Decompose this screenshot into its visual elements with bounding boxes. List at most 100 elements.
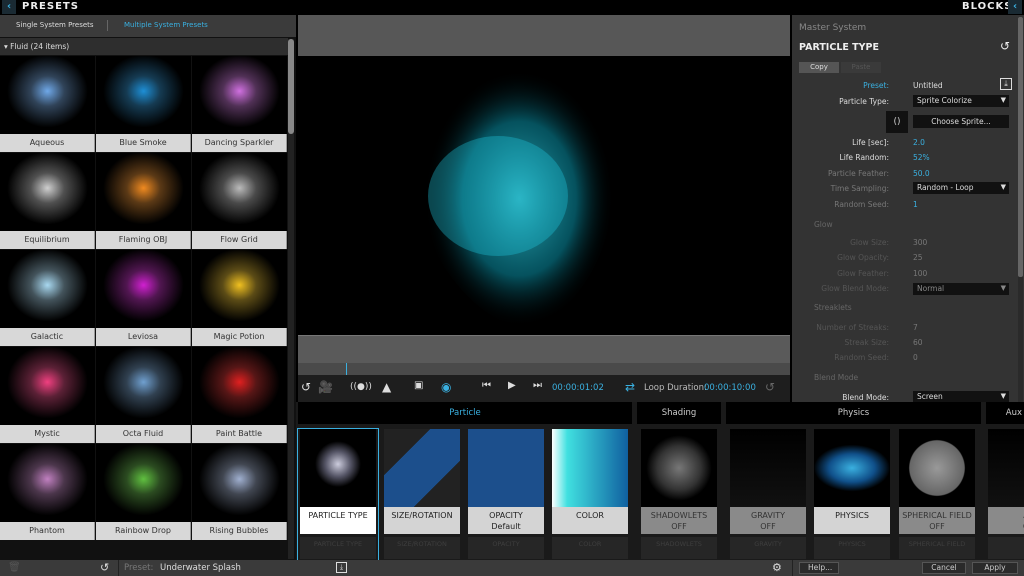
preset-thumbnail (192, 153, 287, 231)
preset-tile[interactable]: Blue Smoke (96, 56, 191, 152)
reset-preset-icon[interactable]: ↺ (100, 561, 109, 574)
tab-multiple-system-presets[interactable]: Multiple System Presets (124, 21, 208, 29)
preset-tile[interactable]: Galactic (0, 250, 95, 346)
loop-icon[interactable]: ⇄ (625, 380, 635, 394)
preset-thumbnail (96, 444, 191, 522)
reset-icon[interactable]: ↺ (301, 380, 311, 394)
preset-tile[interactable]: Flaming OBJ (96, 153, 191, 249)
glow-opacity-value: 25 (913, 253, 923, 262)
block-card[interactable]: AO A (986, 429, 1024, 560)
block-ghost-label: GRAVITY (730, 537, 806, 559)
window-icon[interactable]: ▣ (414, 380, 423, 391)
block-card[interactable]: COLOR COLOR (550, 429, 630, 560)
footer-divider (118, 560, 119, 576)
tab-single-system-presets[interactable]: Single System Presets (16, 21, 94, 29)
save-preset-icon[interactable]: ⤓ (1000, 78, 1012, 90)
time-sampling-dropdown[interactable]: Random - Loop ▼ (913, 182, 1009, 194)
block-name: SIZE/ROTATION (391, 511, 453, 520)
random-seed-label: Random Seed: (834, 200, 889, 209)
block-label: PARTICLE TYPE (300, 507, 376, 534)
preset-tile[interactable]: Rainbow Drop (96, 444, 191, 540)
inspector-scrollbar-thumb[interactable] (1018, 17, 1023, 277)
eye-icon[interactable]: ◉ (441, 380, 451, 394)
streaklets-section-header: Streaklets (814, 303, 852, 312)
sprite-thumbnail[interactable]: () (886, 111, 908, 133)
timeline-track[interactable] (298, 363, 790, 375)
block-card[interactable]: SPHERICAL FIELD OFF SPHERICAL FIELD (897, 429, 977, 560)
tab-divider (107, 20, 108, 31)
category-header[interactable]: ▾ Fluid (24 items) (0, 38, 288, 55)
group-particle: Particle (298, 402, 632, 424)
glow-feather-label: Glow Feather: (837, 269, 889, 278)
preset-tile[interactable]: Phantom (0, 444, 95, 540)
block-label: SHADOWLETS OFF (641, 507, 717, 534)
preset-tile[interactable]: Magic Potion (192, 250, 287, 346)
life-value[interactable]: 2.0 (913, 138, 925, 147)
streak-size-label: Streak Size: (844, 338, 889, 347)
block-ghost-label: A (988, 537, 1024, 559)
blend-mode-value: Screen (917, 392, 943, 401)
preset-thumbnail (0, 250, 95, 328)
particle-type-label: Particle Type: (839, 97, 889, 106)
preset-label: Equilibrium (0, 231, 95, 249)
choose-sprite-button[interactable]: Choose Sprite... (913, 115, 1009, 128)
presets-back-button[interactable]: ‹ (2, 0, 16, 14)
apply-button[interactable]: Apply (972, 562, 1018, 574)
block-name: PHYSICS (835, 511, 869, 520)
preset-tile[interactable]: Paint Battle (192, 347, 287, 443)
skip-back-icon[interactable]: ⏮ (482, 380, 491, 391)
copy-button[interactable]: Copy (799, 62, 839, 73)
particle-type-dropdown[interactable]: Sprite Colorize ▼ (913, 95, 1009, 107)
presets-title: PRESETS (22, 1, 79, 12)
paste-button[interactable]: Paste (841, 62, 881, 73)
preset-tile[interactable]: Flow Grid (192, 153, 287, 249)
preset-tile[interactable]: Octa Fluid (96, 347, 191, 443)
settings-gear-icon[interactable]: ⚙ (772, 561, 782, 574)
block-card[interactable]: PHYSICS PHYSICS (812, 429, 892, 560)
block-ghost-label: PHYSICS (814, 537, 890, 559)
broadcast-icon[interactable]: ((●)) (350, 382, 372, 392)
preset-thumbnail (0, 444, 95, 522)
preset-tile[interactable]: Dancing Sparkler (192, 56, 287, 152)
block-card[interactable]: OPACITY Default OPACITY (466, 429, 546, 560)
block-label: AO (988, 507, 1024, 534)
trash-icon[interactable]: 🗑 (8, 562, 21, 573)
cancel-button[interactable]: Cancel (922, 562, 966, 574)
dropdown-arrow-icon: ▼ (1000, 183, 1006, 191)
preset-tile[interactable]: Rising Bubbles (192, 444, 287, 540)
block-label: PHYSICS (814, 507, 890, 534)
timecode[interactable]: 00:00:01:02 (552, 383, 604, 393)
random-seed-value[interactable]: 1 (913, 200, 918, 209)
road-icon[interactable]: ▲ (382, 380, 391, 394)
help-button[interactable]: Help... (799, 562, 839, 574)
loop-duration-value[interactable]: 00:00:10:00 (704, 383, 756, 393)
particle-render (424, 69, 615, 328)
skip-forward-icon[interactable]: ⏭ (533, 380, 542, 391)
block-card[interactable]: SIZE/ROTATION SIZE/ROTATION (382, 429, 462, 560)
presets-scrollbar-thumb[interactable] (288, 39, 294, 134)
preset-thumbnail (192, 56, 287, 134)
blocks-toggle-button[interactable]: ‹ (1008, 0, 1022, 14)
block-card[interactable]: PARTICLE TYPE PARTICLE TYPE (297, 428, 379, 561)
preset-tile[interactable]: Aqueous (0, 56, 95, 152)
life-random-value[interactable]: 52% (913, 153, 930, 162)
glow-blend-dropdown[interactable]: Normal ▼ (913, 283, 1009, 295)
preset-label: Flow Grid (192, 231, 287, 249)
play-icon[interactable]: ▶ (508, 380, 516, 391)
block-card[interactable]: SHADOWLETS OFF SHADOWLETS (639, 429, 719, 560)
playhead[interactable] (346, 363, 347, 375)
block-card[interactable]: GRAVITY OFF GRAVITY (728, 429, 808, 560)
block-thumbnail (814, 429, 890, 507)
preset-tile[interactable]: Leviosa (96, 250, 191, 346)
preset-tile[interactable]: Equilibrium (0, 153, 95, 249)
camera-icon[interactable]: 🎥 (318, 380, 333, 394)
particle-feather-value[interactable]: 50.0 (913, 169, 930, 178)
preview-canvas[interactable] (298, 56, 790, 335)
streak-seed-label: Random Seed: (834, 353, 889, 362)
reset-block-icon[interactable]: ↺ (1000, 39, 1010, 53)
loop-reset-icon[interactable]: ↺ (765, 380, 775, 394)
save-preset-icon[interactable]: ⤓ (336, 562, 347, 573)
glow-section-header: Glow (814, 220, 833, 229)
preset-label: Preset: (863, 81, 889, 90)
preset-tile[interactable]: Mystic (0, 347, 95, 443)
